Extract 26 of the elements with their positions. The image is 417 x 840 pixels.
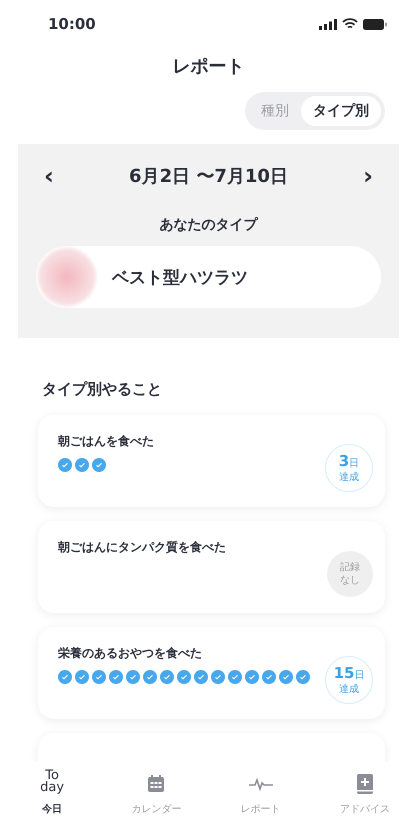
wifi-icon [342,18,358,30]
section-title: タイプ別やること [42,380,163,399]
pulse-icon [248,777,274,791]
page-title: レポート [172,55,246,78]
calendar-icon [146,774,166,794]
task-title: 朝ごはんを食べた [58,433,155,450]
book-plus-icon [354,773,375,795]
battery-icon [363,18,387,30]
task-card[interactable]: 朝ごはんにタンパク質を食べた 記録 なし [38,521,385,613]
task-card[interactable]: 栄養のあるおやつを食べた 15 日 達成 [38,627,385,719]
type-name: ベスト型ハツラツ [112,266,248,288]
status-time: 10:00 [48,15,96,33]
signal-icon [319,18,337,30]
task-title: 朝ごはんにタンパク質を食べた [58,539,227,556]
no-record-badge: 記録 なし [327,551,373,597]
task-title: 栄養のあるおやつを食べた [58,645,203,662]
today-logo: To day [40,770,64,797]
segment-tab[interactable]: タイプ別 [301,96,381,126]
streak-badge: 3 日 達成 [325,444,373,492]
type-heading: あなたのタイプ [160,216,258,234]
next-button[interactable]: › [359,162,377,190]
date-range: 6月2日 〜7月10日 [129,165,288,188]
previous-button[interactable]: ‹ [40,162,58,190]
tab-label[interactable]: 今日 [42,802,62,816]
streak-badge: 15 日 達成 [325,656,373,704]
task-card[interactable]: 朝ごはんを食べた 3 日 達成 [38,415,385,507]
